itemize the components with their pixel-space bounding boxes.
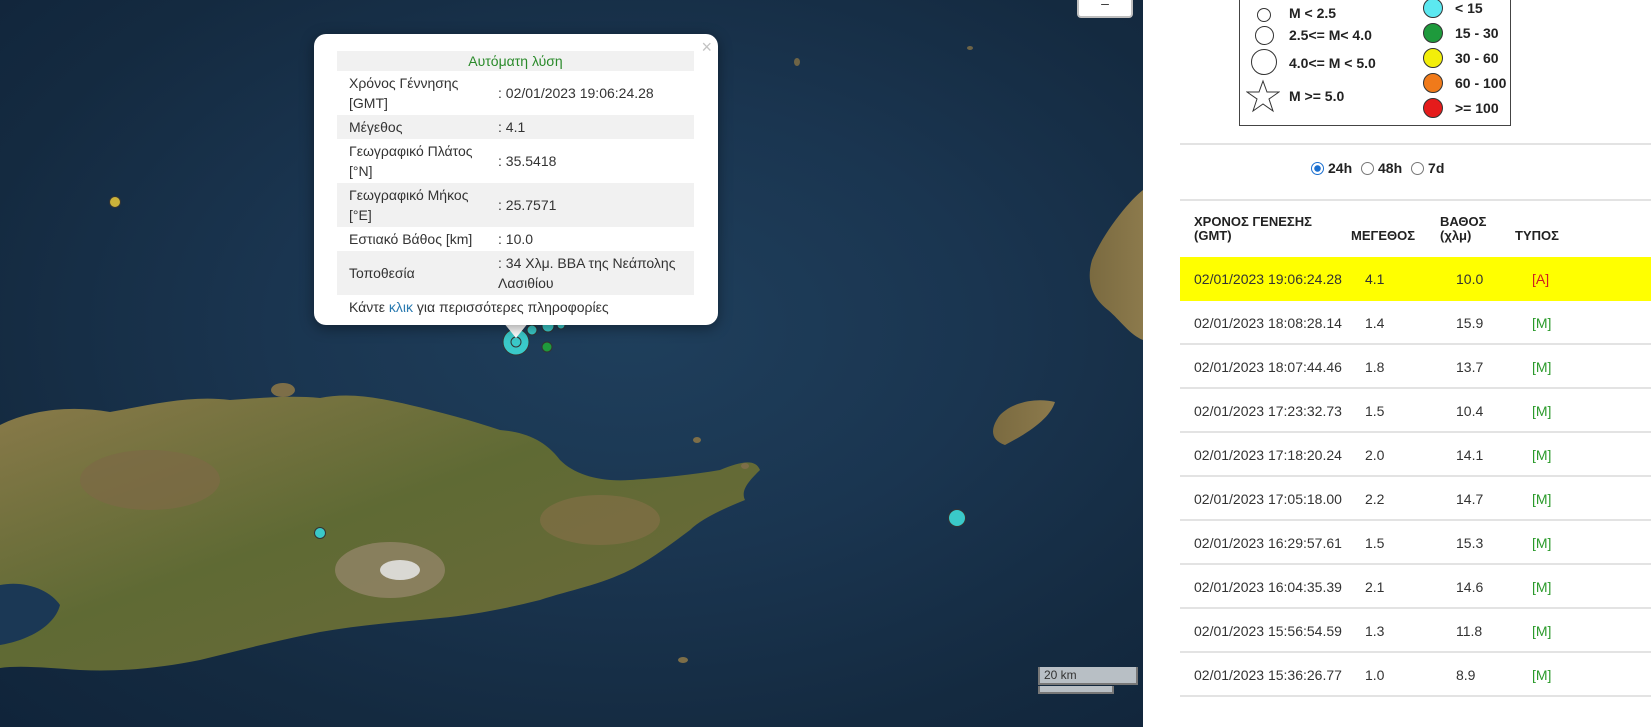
- popup-value: : 25.7571: [496, 183, 694, 227]
- depth-color-icon: [1423, 48, 1443, 68]
- popup-value: : 34 Χλμ. ΒΒΑ της Νεάπολης Λασιθίου: [496, 251, 694, 295]
- legend-depth: 30 - 60: [1455, 50, 1499, 66]
- depth-color-icon: [1423, 98, 1443, 118]
- table-row[interactable]: 02/01/2023 15:56:54.59 1.3 11.8 [M]: [1180, 609, 1651, 653]
- header-type: ΤΥΠΟΣ: [1515, 228, 1559, 243]
- legend-magnitude: 4.0<= M < 5.0: [1289, 55, 1376, 71]
- legend-magnitude: M < 2.5: [1289, 5, 1337, 21]
- table-row[interactable]: 02/01/2023 18:08:28.14 1.4 15.9 [M]: [1180, 301, 1651, 345]
- header-depth: ΒΑΘΟΣ (χλμ): [1440, 214, 1487, 243]
- popup-value: : 35.5418: [498, 153, 557, 169]
- filter-48h[interactable]: 48h: [1361, 160, 1402, 176]
- table-row[interactable]: 02/01/2023 17:18:20.24 2.0 14.1 [M]: [1180, 433, 1651, 477]
- magnitude-small-icon: [1257, 8, 1271, 22]
- map-legend: M < 2.5 2.5<= M< 4.0 4.0<= M < 5.0 M >= …: [1239, 0, 1511, 126]
- earthquake-list-panel: M < 2.5 2.5<= M< 4.0 4.0<= M < 5.0 M >= …: [1143, 0, 1651, 727]
- popup-details-table: Αυτόματη λύση Χρόνος Γέννησης [GMT] : 02…: [337, 51, 694, 317]
- legend-depth: 60 - 100: [1455, 75, 1507, 91]
- header-magnitude: ΜΕΓΕΘΟΣ: [1351, 228, 1416, 243]
- depth-color-icon: [1423, 0, 1443, 18]
- legend-depth: < 15: [1455, 0, 1483, 16]
- scale-bar: 20 km: [1038, 667, 1138, 685]
- table-row[interactable]: 02/01/2023 19:06:24.28 4.1 10.0 [A]: [1180, 257, 1651, 301]
- eq-marker: [541, 341, 553, 353]
- legend-depth: >= 100: [1455, 100, 1499, 116]
- zoom-out-button[interactable]: –: [1077, 0, 1133, 18]
- filter-7d[interactable]: 7d: [1411, 160, 1444, 176]
- filter-24h[interactable]: 24h: [1311, 160, 1352, 176]
- magnitude-large-icon: [1251, 49, 1277, 75]
- eq-marker: [948, 509, 966, 527]
- legend-magnitude: M >= 5.0: [1289, 88, 1345, 104]
- table-row[interactable]: 02/01/2023 18:07:44.46 1.8 13.7 [M]: [1180, 345, 1651, 389]
- scale-bar-secondary: [1038, 686, 1114, 694]
- table-row[interactable]: 02/01/2023 16:29:57.61 1.5 15.3 [M]: [1180, 521, 1651, 565]
- magnitude-medium-icon: [1255, 26, 1274, 45]
- popup-label: Τοποθεσία: [337, 251, 496, 295]
- legend-depth: 15 - 30: [1455, 25, 1499, 41]
- earthquake-popup: × Αυτόματη λύση Χρόνος Γέννησης [GMT] : …: [314, 34, 718, 325]
- depth-color-icon: [1423, 73, 1443, 93]
- divider: [1180, 199, 1651, 201]
- popup-label: Εστιακό Βάθος [km]: [349, 231, 473, 247]
- close-icon[interactable]: ×: [701, 38, 712, 56]
- popup-label: Χρόνος Γέννησης [GMT]: [349, 75, 459, 111]
- radio-icon[interactable]: [1311, 162, 1324, 175]
- popup-value: : 4.1: [496, 115, 694, 139]
- divider: [1180, 143, 1651, 145]
- table-row[interactable]: 02/01/2023 15:36:26.77 1.0 8.9 [M]: [1180, 653, 1651, 697]
- popup-more-info: Κάντε κλικ για περισσότερες πληροφορίες: [349, 299, 609, 315]
- popup-value: : 02/01/2023 19:06:24.28: [498, 85, 654, 101]
- radio-icon[interactable]: [1361, 162, 1375, 175]
- more-info-link[interactable]: κλικ: [389, 299, 413, 315]
- table-row[interactable]: 02/01/2023 17:23:32.73 1.5 10.4 [M]: [1180, 389, 1651, 433]
- popup-label: Γεωγραφικό Πλάτος [°N]: [349, 143, 473, 179]
- popup-value: : 10.0: [498, 231, 534, 247]
- eq-marker: [314, 527, 326, 539]
- popup-label: Γεωγραφικό Μήκος [°E]: [337, 183, 496, 227]
- popup-label: Μέγεθος: [337, 115, 496, 139]
- legend-magnitude: 2.5<= M< 4.0: [1289, 27, 1372, 43]
- header-time: ΧΡΟΝΟΣ ΓΕΝΕΣΗΣ (GMT): [1194, 214, 1312, 243]
- earthquake-table: 02/01/2023 19:06:24.28 4.1 10.0 [A] 02/0…: [1180, 257, 1651, 697]
- eq-marker-depth-30-60: [109, 196, 121, 208]
- star-icon: [1246, 79, 1280, 113]
- radio-icon[interactable]: [1411, 162, 1425, 175]
- time-filter: 24h 48h 7d: [1311, 160, 1444, 176]
- popup-title: Αυτόματη λύση: [337, 51, 694, 71]
- earthquake-map[interactable]: – 20 km × Αυτόματη λύση Χρόνος Γέννησης …: [0, 0, 1143, 727]
- table-row[interactable]: 02/01/2023 16:04:35.39 2.1 14.6 [M]: [1180, 565, 1651, 609]
- table-row[interactable]: 02/01/2023 17:05:18.00 2.2 14.7 [M]: [1180, 477, 1651, 521]
- depth-color-icon: [1423, 23, 1443, 43]
